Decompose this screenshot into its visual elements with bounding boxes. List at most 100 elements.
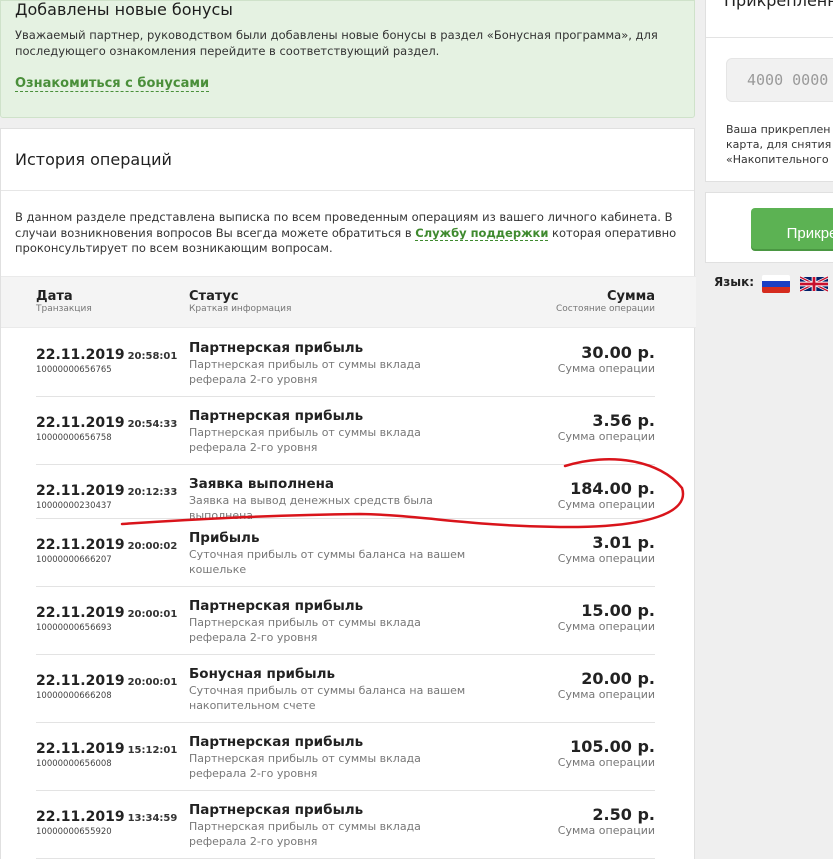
status-info: Партнерская прибыль от суммы вклада рефе… bbox=[189, 752, 421, 780]
table-row: 22.11.2019 20:12:33 10000000230437 Заявка в… bbox=[36, 465, 655, 522]
date-value: 22.11.2019 bbox=[36, 673, 125, 689]
transaction-date: 22.11.2019 20:58:01 10000000656765 bbox=[36, 344, 177, 375]
operations-list: 22.11.2019 20:58:01 10000000656765 Партнерс… bbox=[36, 329, 655, 859]
amount-label: Сумма операции bbox=[557, 824, 655, 837]
status-title: Прибыль bbox=[189, 530, 260, 546]
support-link[interactable]: Службу поддержки bbox=[415, 225, 549, 241]
operation-sum: 3.56 р. Сумма операции bbox=[558, 412, 655, 444]
table-row: 22.11.2019 20:58:01 10000000656765 Партнерс… bbox=[36, 329, 655, 397]
date-value: 22.11.2019 bbox=[36, 605, 125, 621]
operation-sum: 30.00 р. Сумма операции bbox=[558, 344, 655, 376]
column-sum-label: Сумма bbox=[606, 289, 655, 304]
time-value: 20:12:33 bbox=[127, 487, 178, 498]
operation-sum: 20.00 р. Сумма операции bbox=[558, 670, 655, 702]
view-bonuses-link[interactable]: Ознакомиться с бонусами bbox=[15, 76, 210, 92]
amount-value: 30.00 р. bbox=[581, 343, 655, 362]
notice-title: Добавлены новые бонусы bbox=[15, 0, 233, 19]
history-title: История операций bbox=[15, 150, 172, 169]
amount-label: Сумма операции bbox=[557, 620, 655, 633]
time-value: 20:00:01 bbox=[127, 609, 178, 620]
uk-flag-icon[interactable] bbox=[800, 275, 828, 293]
table-row: 22.11.2019 20:54:33 10000000656758 Партнерс… bbox=[36, 397, 655, 465]
amount-label: Сумма операции bbox=[557, 362, 655, 375]
operation-status: Партнерская прибыль Партнерская прибыль о… bbox=[189, 598, 479, 645]
operation-status: Прибыль Суточная прибыль от суммы баланса… bbox=[189, 530, 479, 577]
transaction-id: 10000000656693 bbox=[36, 623, 112, 633]
operation-sum: 3.01 р. Сумма операции bbox=[558, 534, 655, 566]
attach-card-button[interactable]: Прикре bbox=[751, 208, 833, 249]
operation-status: Партнерская прибыль Партнерская прибыль о… bbox=[189, 802, 479, 849]
operation-status: Заявка выполнена Заявка на вывод денежных… bbox=[189, 476, 479, 523]
table-row: 22.11.2019 20:00:01 10000000666208 Бонусная… bbox=[36, 655, 655, 723]
transaction-date: 22.11.2019 20:12:33 10000000230437 bbox=[36, 480, 177, 511]
status-title: Партнерская прибыль bbox=[189, 802, 364, 818]
time-value: 20:00:01 bbox=[127, 677, 178, 688]
status-info: Партнерская прибыль от суммы вклада рефе… bbox=[189, 358, 421, 386]
amount-label: Сумма операции bbox=[557, 688, 655, 701]
time-value: 20:54:33 bbox=[127, 419, 178, 430]
russian-flag-icon[interactable] bbox=[762, 275, 790, 293]
card-description-line: «Накопительного bbox=[726, 153, 829, 166]
operation-status: Партнерская прибыль Партнерская прибыль о… bbox=[189, 734, 479, 781]
status-info: Партнерская прибыль от суммы вклада рефе… bbox=[189, 426, 421, 454]
status-title: Партнерская прибыль bbox=[189, 734, 364, 750]
date-value: 22.11.2019 bbox=[36, 347, 125, 363]
amount-value: 15.00 р. bbox=[581, 601, 655, 620]
status-title: Партнерская прибыль bbox=[189, 408, 364, 424]
operation-status: Партнерская прибыль Партнерская прибыль о… bbox=[189, 340, 479, 387]
status-title: Заявка выполнена bbox=[189, 476, 335, 492]
language-label: Язык: bbox=[714, 275, 755, 289]
card-description-line: Ваша прикреплен bbox=[726, 123, 831, 136]
table-header: Дата Транзакция Статус Краткая информаци… bbox=[1, 276, 696, 328]
page: Добавлены новые бонусы Уважаемый партнер… bbox=[0, 0, 833, 859]
transaction-date: 22.11.2019 20:00:02 10000000666207 bbox=[36, 534, 177, 565]
time-value: 20:58:01 bbox=[127, 351, 178, 362]
transaction-id: 10000000656008 bbox=[36, 759, 112, 769]
attach-button-panel: Прикре bbox=[705, 192, 833, 263]
column-date: Дата Транзакция bbox=[36, 289, 92, 315]
status-info: Партнерская прибыль от суммы вклада рефе… bbox=[189, 820, 421, 848]
column-date-label: Дата bbox=[36, 289, 73, 304]
status-title: Партнерская прибыль bbox=[189, 598, 364, 614]
amount-label: Сумма операции bbox=[557, 756, 655, 769]
status-title: Партнерская прибыль bbox=[189, 340, 364, 356]
amount-value: 3.01 р. bbox=[592, 533, 655, 552]
card-number-input[interactable]: 4000 0000 bbox=[726, 58, 833, 102]
transaction-date: 22.11.2019 20:54:33 10000000656758 bbox=[36, 412, 177, 443]
amount-value: 105.00 р. bbox=[570, 737, 655, 756]
transaction-id: 10000000656758 bbox=[36, 433, 112, 443]
amount-value: 20.00 р. bbox=[581, 669, 655, 688]
column-date-sublabel: Транзакция bbox=[36, 304, 92, 314]
operation-sum: 15.00 р. Сумма операции bbox=[558, 602, 655, 634]
transaction-id: 10000000655920 bbox=[36, 827, 112, 837]
transaction-date: 22.11.2019 20:00:01 10000000666208 bbox=[36, 670, 177, 701]
amount-label: Сумма операции bbox=[557, 430, 655, 443]
operation-sum: 2.50 р. Сумма операции bbox=[558, 806, 655, 838]
table-row: 22.11.2019 15:12:01 10000000656008 Партнерс… bbox=[36, 723, 655, 791]
notice-text: Уважаемый партнер, руководством были доб… bbox=[15, 28, 658, 58]
operation-sum: 105.00 р. Сумма операции bbox=[558, 738, 655, 770]
transaction-date: 22.11.2019 20:00:01 10000000656693 bbox=[36, 602, 177, 633]
operation-status: Бонусная прибыль Суточная прибыль от сумм… bbox=[189, 666, 479, 713]
column-sum: Сумма Состояние операции bbox=[556, 289, 655, 315]
bonus-notice: Добавлены новые бонусы Уважаемый партнер… bbox=[0, 0, 695, 118]
column-status-sublabel: Краткая информация bbox=[189, 304, 292, 314]
date-value: 22.11.2019 bbox=[36, 809, 125, 825]
card-panel-title: Прикрепленн bbox=[724, 0, 833, 10]
column-status-label: Статус bbox=[189, 289, 239, 304]
history-header: История операций bbox=[1, 129, 694, 191]
status-info: Суточная прибыль от суммы баланса на ваш… bbox=[189, 684, 466, 712]
transaction-date: 22.11.2019 15:12:01 10000000656008 bbox=[36, 738, 177, 769]
date-value: 22.11.2019 bbox=[36, 415, 125, 431]
operations-history-panel: История операций В данном разделе предст… bbox=[0, 128, 696, 859]
time-value: 20:00:02 bbox=[127, 541, 178, 552]
time-value: 13:34:59 bbox=[127, 813, 178, 824]
date-value: 22.11.2019 bbox=[36, 741, 125, 757]
transaction-date: 22.11.2019 13:34:59 10000000655920 bbox=[36, 806, 177, 837]
amount-label: Сумма операции bbox=[557, 552, 655, 565]
date-value: 22.11.2019 bbox=[36, 483, 125, 499]
status-info: Суточная прибыль от суммы баланса на ваш… bbox=[189, 548, 466, 576]
table-row: 22.11.2019 20:00:01 10000000656693 Партнерс… bbox=[36, 587, 655, 655]
amount-value: 3.56 р. bbox=[592, 411, 655, 430]
table-row: 22.11.2019 13:34:59 10000000655920 Партнерс… bbox=[36, 791, 655, 859]
